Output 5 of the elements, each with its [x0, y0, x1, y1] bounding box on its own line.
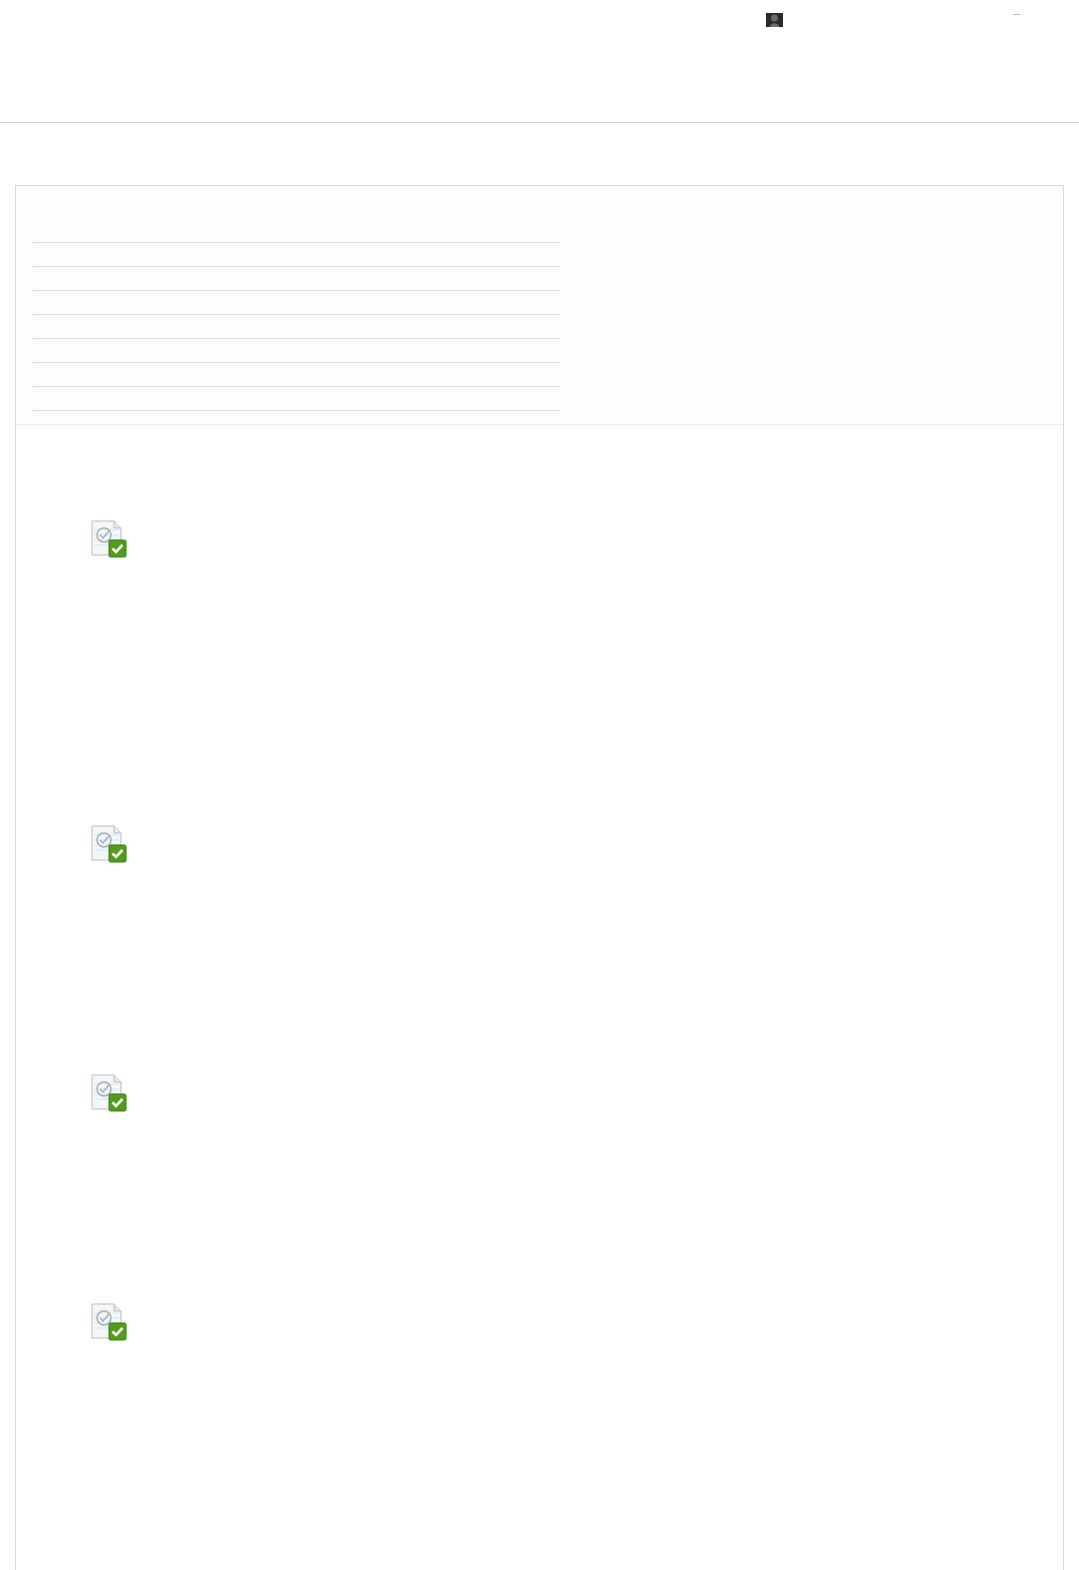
document-check-icon — [91, 825, 127, 863]
document-check-icon — [91, 1303, 127, 1341]
document-check-icon — [91, 1074, 127, 1112]
document-check-icon — [91, 520, 127, 558]
user-avatar-icon[interactable] — [766, 13, 783, 27]
